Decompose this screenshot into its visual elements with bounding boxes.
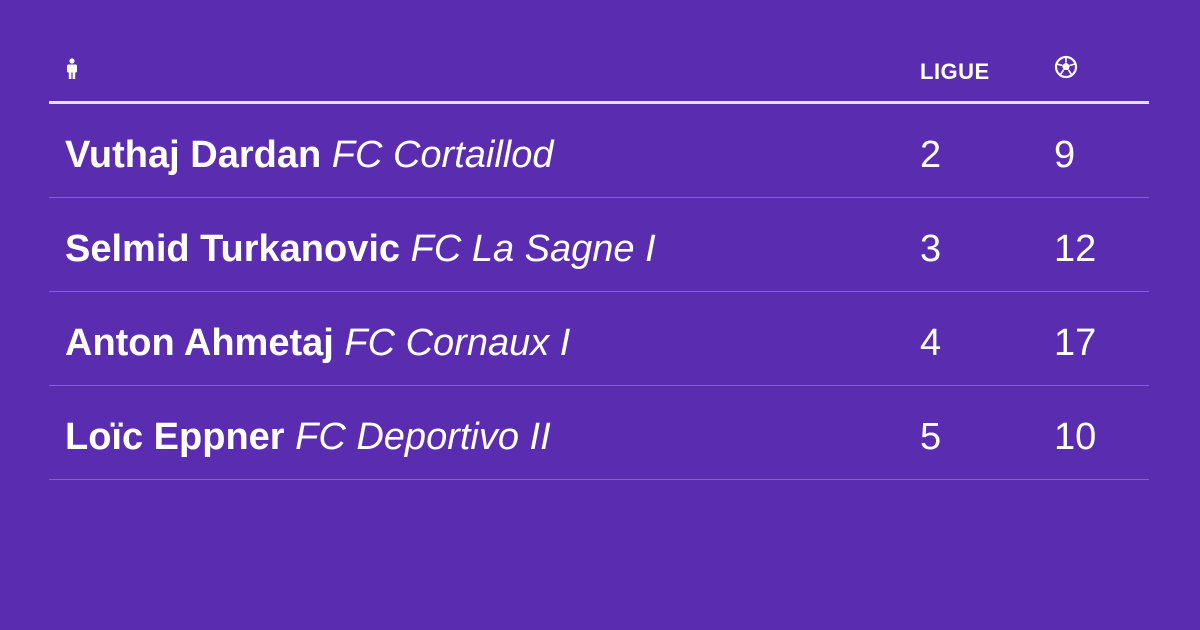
- player-name: Selmid Turkanovic: [65, 228, 401, 270]
- goals-value: 9: [1054, 134, 1076, 176]
- player-cell: Loïc Eppner FC Deportivo II: [65, 416, 551, 459]
- player-club: FC Cortaillod: [331, 134, 554, 176]
- league-value: 3: [920, 228, 942, 270]
- scorers-table: LIGUE Vuthaj Dardan FC Cortaillod 2 9 Se…: [49, 44, 1149, 480]
- player-cell: Anton Ahmetaj FC Cornaux I: [65, 322, 570, 365]
- player-club: FC La Sagne I: [410, 228, 656, 270]
- league-column-header: LIGUE: [920, 59, 990, 84]
- goals-value: 17: [1054, 322, 1097, 364]
- table-row: Selmid Turkanovic FC La Sagne I 3 12: [49, 198, 1149, 292]
- player-club: FC Cornaux I: [344, 322, 571, 364]
- player-name: Anton Ahmetaj: [65, 322, 334, 364]
- table-row: Loïc Eppner FC Deportivo II 5 10: [49, 386, 1149, 480]
- player-name: Loïc Eppner: [65, 416, 285, 458]
- table-row: Anton Ahmetaj FC Cornaux I 4 17: [49, 292, 1149, 386]
- league-value: 2: [920, 134, 942, 176]
- player-cell: Vuthaj Dardan FC Cortaillod: [65, 134, 553, 177]
- league-value: 4: [920, 322, 942, 364]
- table-header: LIGUE: [49, 44, 1149, 104]
- player-name: Vuthaj Dardan: [65, 134, 322, 176]
- player-cell: Selmid Turkanovic FC La Sagne I: [65, 228, 656, 271]
- soccer-ball-icon: [1054, 55, 1078, 79]
- league-value: 5: [920, 416, 942, 458]
- player-club: FC Deportivo II: [295, 416, 551, 458]
- table-row: Vuthaj Dardan FC Cortaillod 2 9: [49, 104, 1149, 198]
- goals-value: 12: [1054, 228, 1097, 270]
- person-icon: [65, 58, 79, 80]
- goals-value: 10: [1054, 416, 1097, 458]
